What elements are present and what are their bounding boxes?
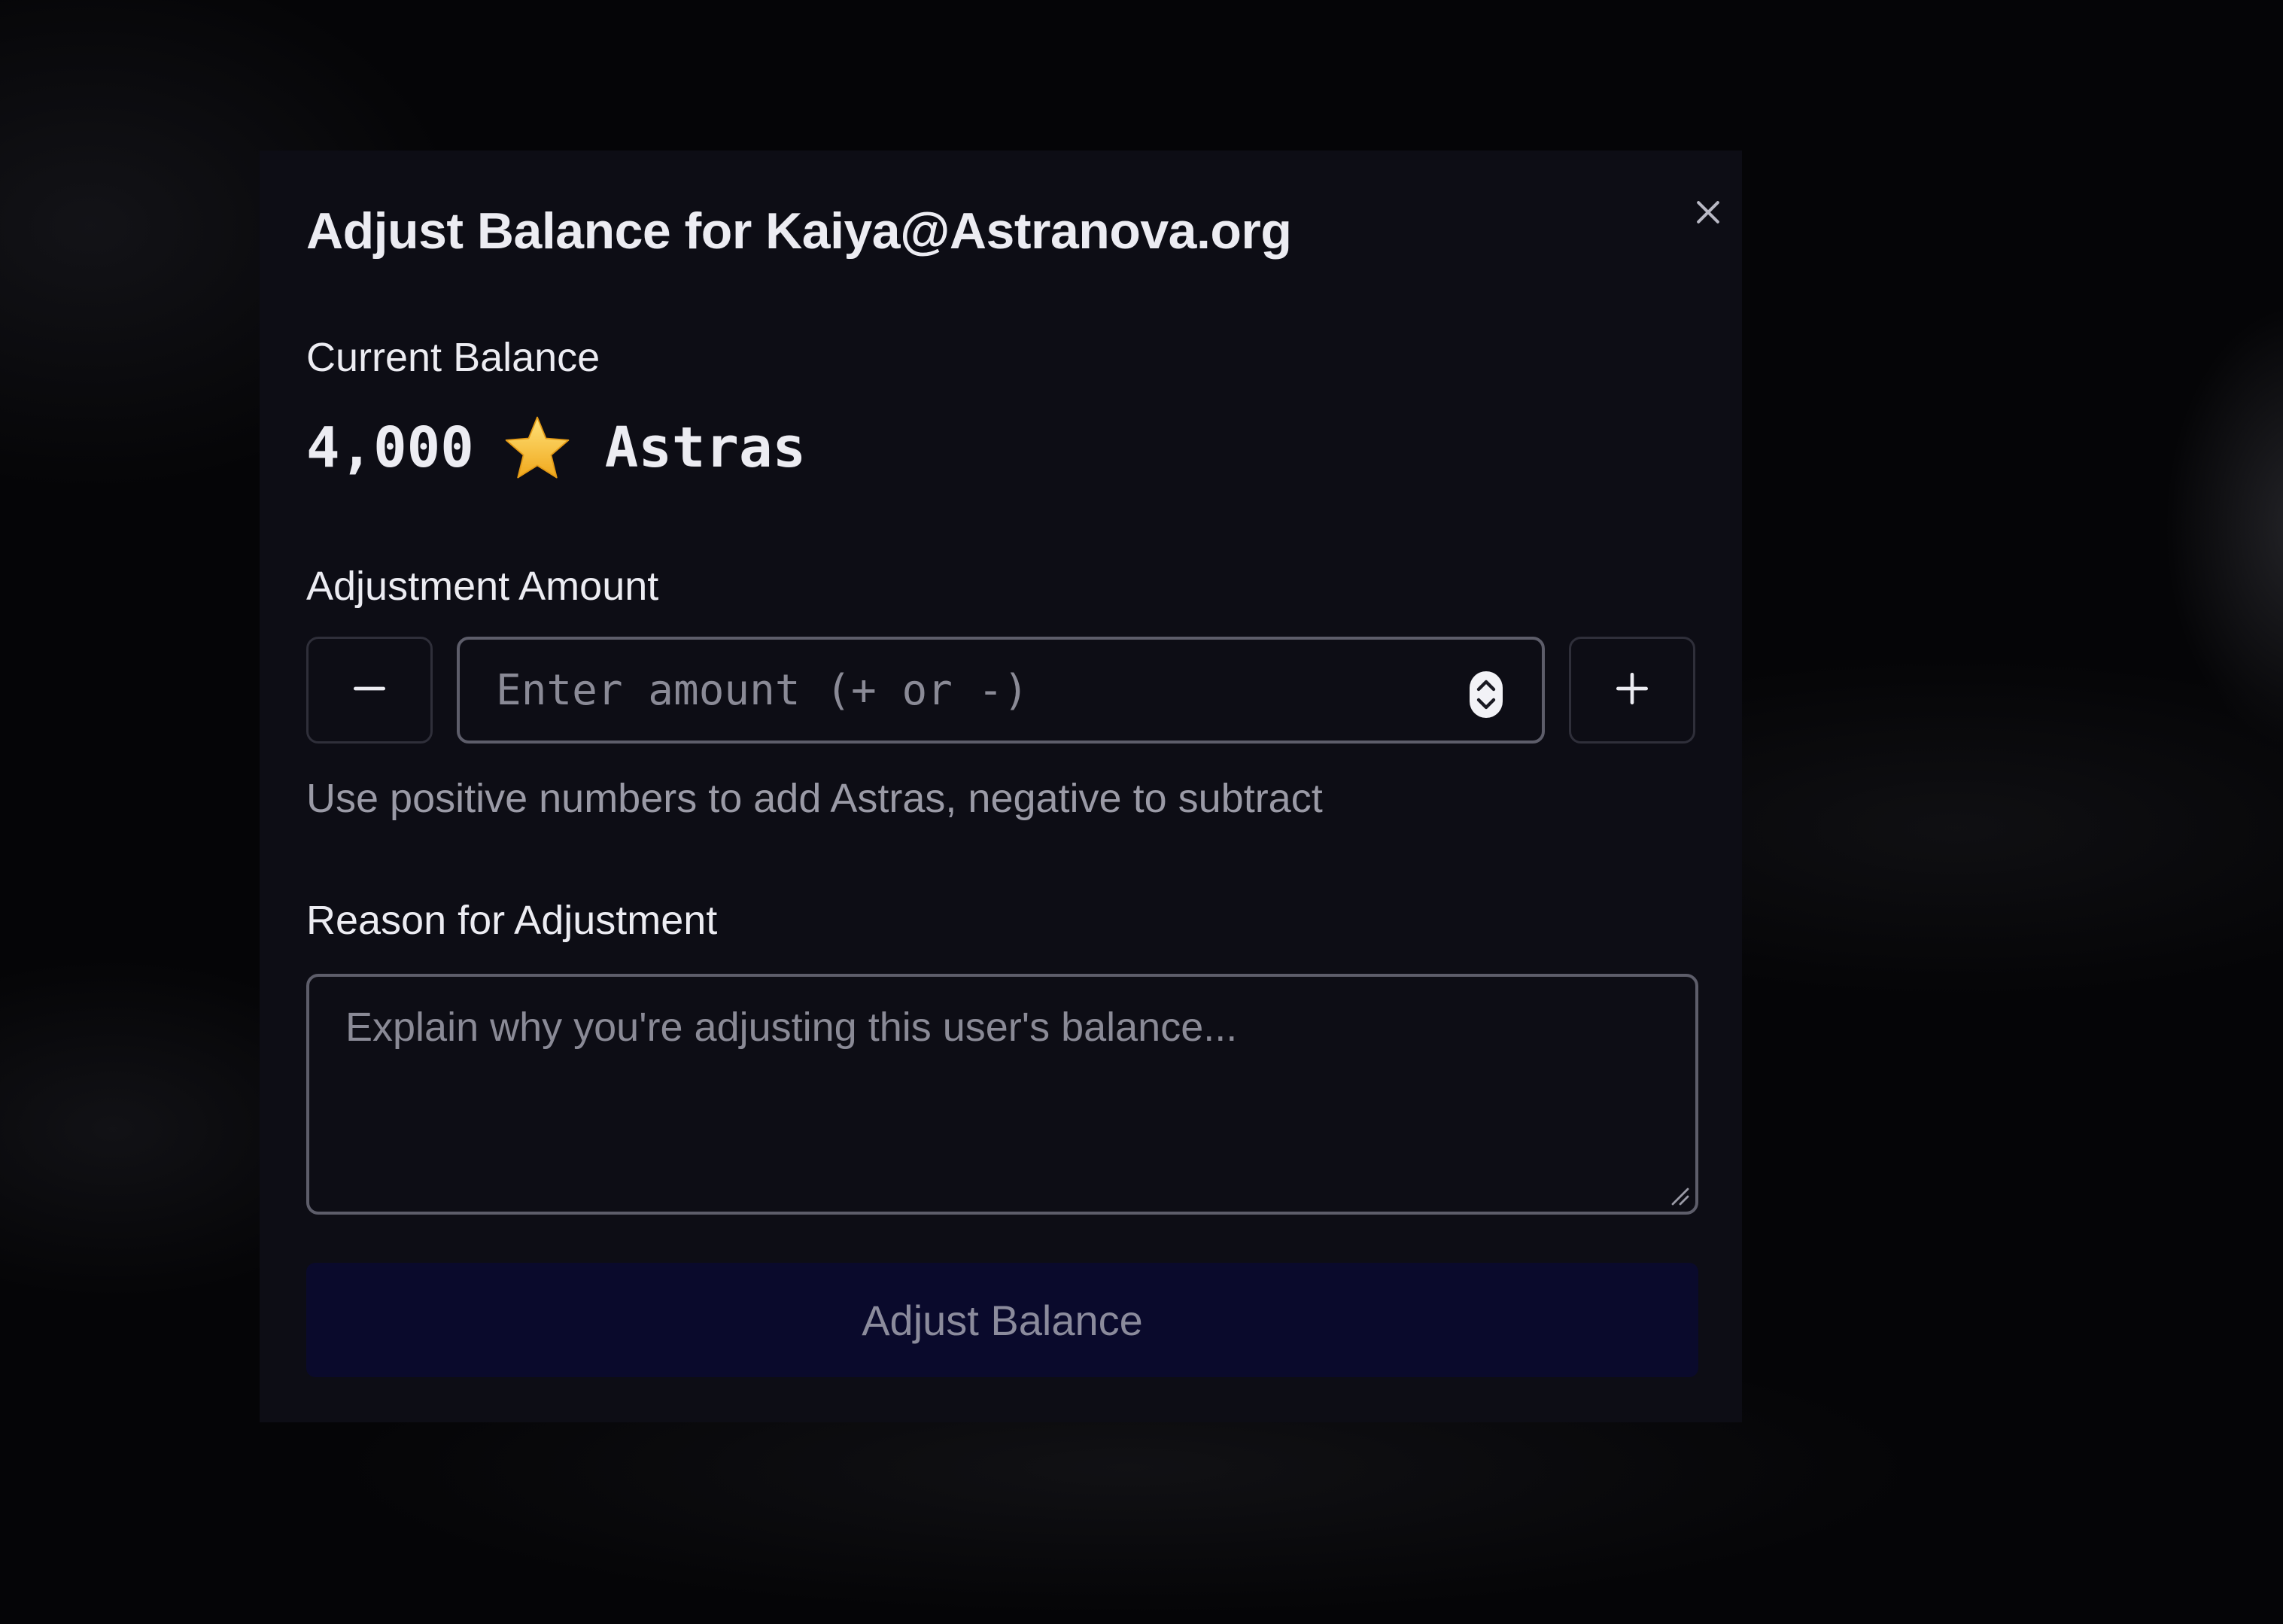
plus-icon bbox=[1611, 668, 1653, 713]
reason-textarea[interactable] bbox=[309, 977, 1695, 1212]
close-icon bbox=[1692, 196, 1725, 233]
reason-field bbox=[306, 974, 1698, 1215]
star-icon bbox=[503, 413, 572, 482]
decrement-button[interactable] bbox=[306, 637, 433, 744]
adjust-balance-button[interactable]: Adjust Balance bbox=[306, 1263, 1698, 1377]
close-button[interactable] bbox=[1678, 184, 1738, 244]
adjust-balance-dialog: Adjust Balance for Kaiya@Astranova.org C… bbox=[260, 151, 1742, 1422]
resize-handle-icon[interactable] bbox=[1667, 1183, 1689, 1206]
balance-unit: Astras bbox=[604, 415, 807, 480]
adjustment-amount-label: Adjustment Amount bbox=[306, 564, 659, 609]
minus-icon bbox=[348, 668, 391, 713]
amount-hint: Use positive numbers to add Astras, nega… bbox=[306, 776, 1323, 821]
balance-amount: 4,000 bbox=[306, 415, 474, 480]
current-balance-value: 4,000 Astras bbox=[306, 410, 806, 485]
increment-button[interactable] bbox=[1569, 637, 1695, 744]
dialog-title: Adjust Balance for Kaiya@Astranova.org bbox=[306, 202, 1292, 260]
amount-input[interactable] bbox=[496, 640, 1444, 741]
number-spinner-icon[interactable] bbox=[1468, 670, 1504, 719]
current-balance-label: Current Balance bbox=[306, 335, 600, 380]
amount-field bbox=[457, 637, 1545, 744]
reason-label: Reason for Adjustment bbox=[306, 898, 718, 943]
